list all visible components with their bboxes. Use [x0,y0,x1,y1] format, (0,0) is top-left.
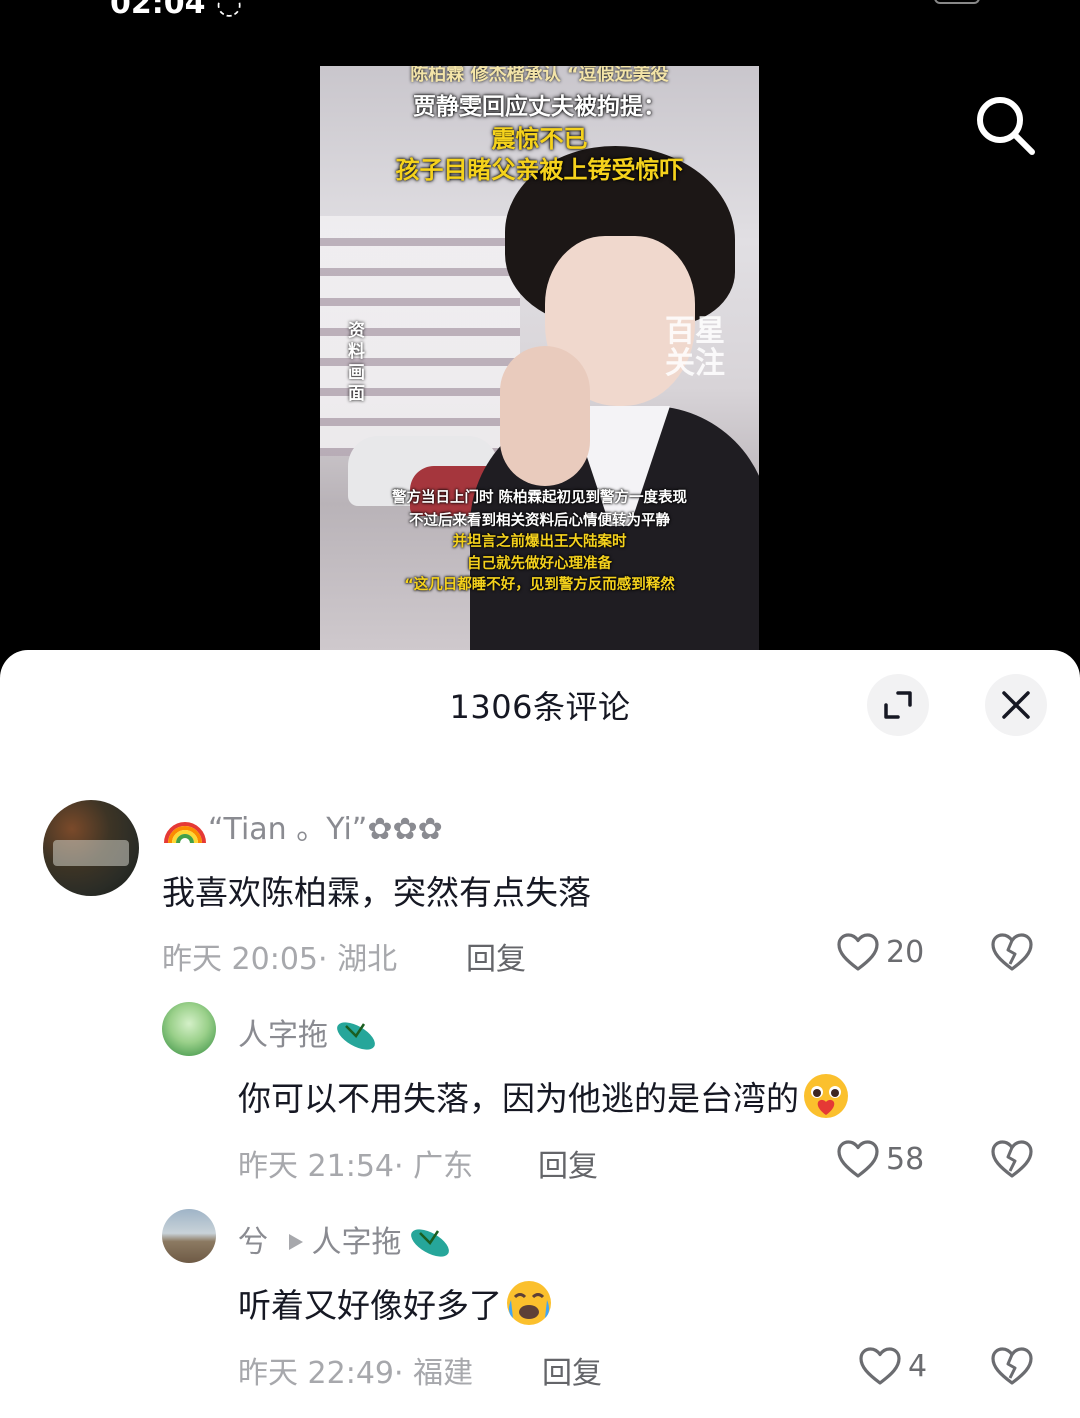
expand-icon [884,691,912,719]
heart-icon [859,1347,901,1385]
reply-button[interactable]: 回复 [542,1348,602,1392]
comment-username-row[interactable]: “Tian 。Yi”✿✿✿ [162,804,443,848]
dislike-button[interactable] [990,1139,1034,1183]
search-button[interactable] [972,92,1040,160]
pleading-heart-emoji [804,1073,848,1118]
avatar[interactable] [162,1002,216,1056]
comment-username: “Tian 。Yi”✿✿✿ [208,812,443,847]
video-subtitle: 自己就先做好心理准备 [467,556,612,572]
video-caption-line3: 孩子目睹父亲被上铐受惊吓 [395,156,684,184]
rainbow-icon [164,821,206,843]
video-subtitle: 并坦言之前爆出王大陆案时 [452,534,627,550]
heart-icon [837,1140,879,1178]
like-button[interactable]: 58 [836,1139,924,1179]
dislike-button[interactable] [990,1346,1034,1390]
status-bar-time-fragment: 02:04 ◌ [110,0,243,21]
avatar[interactable] [43,800,139,896]
video-subtitle: 不过后来看到相关资料后心情便转为平静 [409,513,670,529]
comment-text-content: 听着又好像好多了 [238,1286,502,1325]
status-bar-icons [890,0,980,6]
like-button[interactable]: 20 [836,932,924,972]
reply-button[interactable]: 回复 [466,934,526,978]
video-caption-line2: 震惊不已 [491,125,588,153]
triangle-right-icon [288,1233,303,1250]
reply-button[interactable]: 回复 [538,1141,598,1185]
comment-text: 我喜欢陈柏霖，突然有点失落 [162,873,591,912]
video-player[interactable]: 02:04 ◌ 陈柏霖 修杰楷承认 “逗假远美役 贾静雯回应丈夫被拘提： 震惊不… [0,0,1080,700]
broken-heart-icon [991,1347,1033,1385]
heart-icon [837,933,879,971]
like-button[interactable]: 4 [858,1346,927,1386]
comment-text: 你可以不用失落，因为他逃的是台湾的 [238,1072,853,1121]
like-count: 58 [886,1141,925,1177]
crying-emoji [507,1280,551,1325]
video-watermark: 百星关注 [665,314,725,381]
video-side-label: 资料画面 [348,321,365,404]
comment-text-content: 你可以不用失落，因为他逃的是台湾的 [238,1079,799,1118]
video-frame: 陈柏霖 修杰楷承认 “逗假远美役 贾静雯回应丈夫被拘提： 震惊不已 孩子目睹父亲… [320,66,759,650]
search-icon [977,97,1035,155]
broken-heart-icon [991,933,1033,971]
close-icon [1002,691,1030,719]
comment-sheet: 1306条评论 “Tian 。Yi”✿✿✿ 我喜欢陈柏霖，突然有点失落 昨天 2… [0,650,1080,1418]
dislike-button[interactable] [990,932,1034,976]
like-count: 20 [886,934,925,970]
reply-to-username: 人字拖 [311,1225,402,1260]
avatar[interactable] [162,1209,216,1263]
close-button[interactable] [985,674,1047,736]
comment-meta: 昨天 20:05· 湖北 [162,942,398,977]
comment-username: 兮 [238,1225,268,1260]
video-caption-line1: 贾静雯回应丈夫被拘提： [413,94,666,120]
expand-button[interactable] [867,674,929,736]
video-subtitle: “这几日都睡不好，见到警方反而感到释然 [404,577,675,593]
video-caption-top: 陈柏霖 修杰楷承认 “逗假远美役 [410,66,669,85]
flip-flop-icon [410,1228,449,1257]
flip-flop-icon [337,1021,375,1050]
comment-username: 人字拖 [238,1018,328,1053]
comment-meta: 昨天 22:49· 福建 [238,1356,474,1391]
comment-username-row[interactable]: 人字拖 [238,1010,380,1054]
comment-text: 听着又好像好多了 [238,1279,556,1328]
like-count: 4 [908,1348,928,1384]
video-subtitle: 警方当日上门时 陈柏霖起初见到警方一度表现 [391,490,688,506]
broken-heart-icon [991,1140,1033,1178]
comment-username-row[interactable]: 兮 人字拖 [238,1217,454,1261]
comment-meta: 昨天 21:54· 广东 [238,1149,474,1184]
